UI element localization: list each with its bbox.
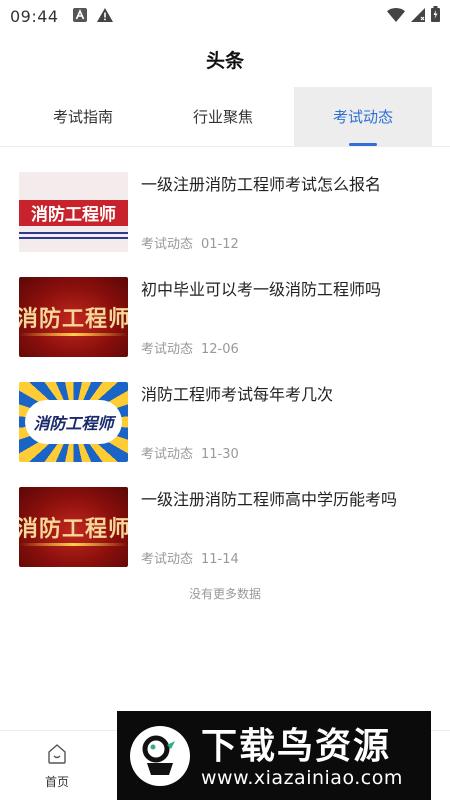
bird-logo-icon	[129, 725, 191, 787]
tab-exam-news[interactable]: 考试动态	[294, 87, 432, 146]
tab-label: 考试动态	[332, 108, 393, 126]
list-item[interactable]: 消防工程师 初中毕业可以考一级消防工程师吗 考试动态 12-06	[0, 265, 450, 370]
page-header: 头条	[0, 46, 450, 73]
tab-industry-focus[interactable]: 行业聚焦	[152, 87, 294, 146]
nav-home-label: 首页	[44, 775, 69, 789]
news-category: 考试动态	[141, 237, 194, 252]
wifi-icon	[387, 7, 405, 26]
thumbnail-caption: 消防工程师	[33, 414, 114, 433]
thumbnail-caption: 消防工程师	[31, 204, 116, 225]
status-bar: 09:44	[0, 0, 450, 32]
news-date: 12-06	[201, 342, 239, 357]
news-date: 01-12	[201, 237, 239, 252]
list-item[interactable]: 消防工程师 一级注册消防工程师考试怎么报名 考试动态 01-12	[0, 160, 450, 265]
font-a-icon	[72, 7, 87, 26]
battery-icon	[431, 6, 440, 26]
nav-home[interactable]: 首页	[32, 743, 82, 790]
tab-label: 行业聚焦	[192, 108, 253, 126]
tab-label: 考试指南	[52, 108, 113, 126]
news-meta: 考试动态 11-30	[141, 443, 239, 462]
news-thumbnail: 消防工程师	[19, 277, 128, 357]
news-title: 一级注册消防工程师考试怎么报名	[141, 175, 382, 194]
news-title: 初中毕业可以考一级消防工程师吗	[141, 280, 382, 299]
tab-exam-guide[interactable]: 考试指南	[0, 87, 152, 146]
news-title: 消防工程师考试每年考几次	[141, 385, 334, 404]
news-thumbnail: 消防工程师	[19, 172, 128, 252]
news-list: 消防工程师 一级注册消防工程师考试怎么报名 考试动态 01-12 消防工程师 初中…	[0, 160, 450, 580]
news-thumbnail: 消防工程师	[19, 382, 128, 462]
news-category: 考试动态	[141, 447, 194, 462]
page-title: 头条	[205, 50, 244, 72]
no-more-data-text: 没有更多数据	[188, 587, 261, 601]
news-category: 考试动态	[141, 552, 194, 567]
thumbnail-caption: 消防工程师	[19, 516, 128, 542]
thumbnail-caption: 消防工程师	[19, 306, 128, 332]
active-tab-indicator	[349, 143, 377, 146]
list-item[interactable]: 消防工程师 一级注册消防工程师高中学历能考吗 考试动态 11-14	[0, 475, 450, 580]
list-item[interactable]: 消防工程师 消防工程师考试每年考几次 考试动态 11-30	[0, 370, 450, 475]
signal-icon	[411, 7, 425, 26]
status-time: 09:44	[10, 6, 59, 26]
home-icon	[46, 743, 68, 769]
news-meta: 考试动态 01-12	[141, 233, 239, 252]
news-thumbnail: 消防工程师	[19, 487, 128, 567]
news-title: 一级注册消防工程师高中学历能考吗	[141, 490, 398, 509]
news-meta: 考试动态 12-06	[141, 338, 239, 357]
watermark-banner: 下载鸟资源 www.xiazainiao.com	[117, 711, 431, 800]
category-tabs: 考试指南 行业聚焦 考试动态	[0, 87, 450, 147]
watermark-url: www.xiazainiao.com	[201, 767, 403, 789]
news-category: 考试动态	[141, 342, 194, 357]
warning-icon	[96, 7, 113, 26]
news-meta: 考试动态 11-14	[141, 548, 239, 567]
news-date: 11-14	[201, 552, 239, 567]
watermark-title: 下载鸟资源	[201, 726, 392, 767]
news-date: 11-30	[201, 447, 239, 462]
